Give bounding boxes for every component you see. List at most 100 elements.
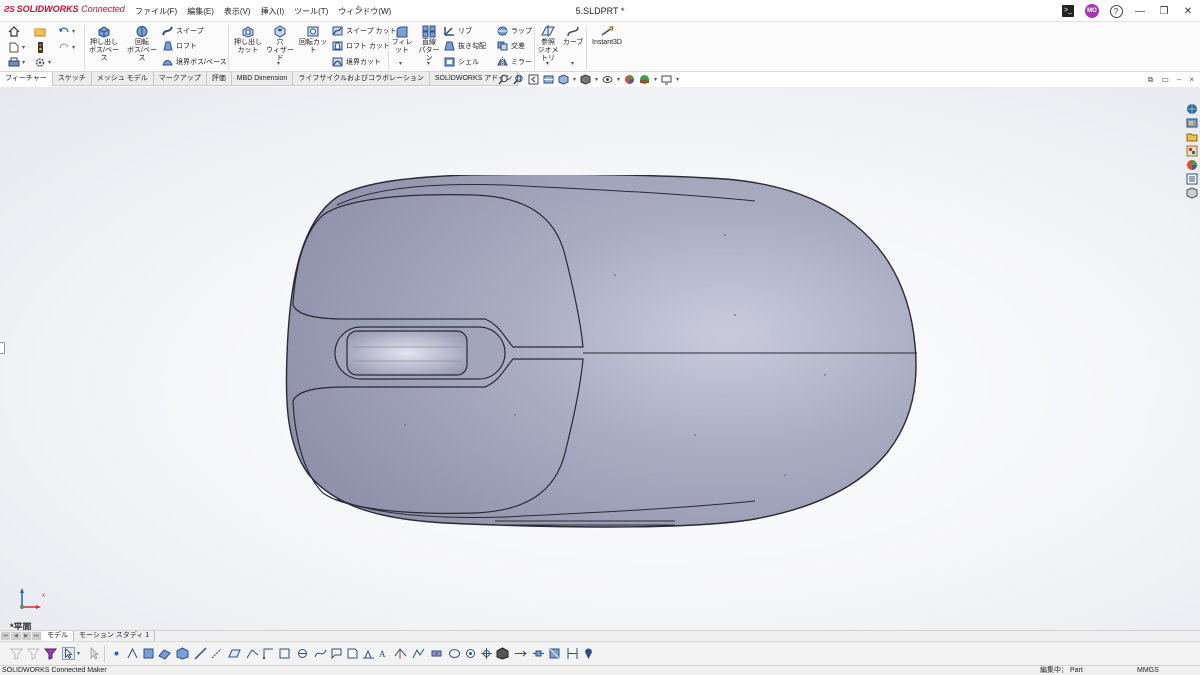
wrap-button[interactable]: ラップ [497, 26, 532, 36]
design-library-icon[interactable] [1186, 117, 1198, 129]
extrude-cut-button[interactable]: 押し出し カット [230, 25, 266, 55]
tile-window-icon[interactable]: ⧉ [1148, 75, 1154, 85]
tab-lifecycle-collaboration[interactable]: ライフサイクルおよびコラボレーション [293, 72, 430, 86]
scene-dropdown-icon[interactable]: ▾ [654, 76, 657, 83]
select-other-icon[interactable] [88, 647, 101, 660]
restore-viewport-icon[interactable]: ▭ [1161, 75, 1169, 85]
connection-point-icon[interactable] [430, 647, 443, 660]
dimension-icon[interactable] [296, 647, 309, 660]
solidworks-resources-icon[interactable] [1186, 103, 1198, 115]
previous-view-icon[interactable] [528, 74, 539, 85]
face-select-icon[interactable] [142, 647, 155, 660]
section-plane-icon[interactable] [496, 647, 509, 660]
solid-body-icon[interactable] [176, 647, 189, 660]
weld-bead-icon[interactable] [362, 647, 375, 660]
plane-icon[interactable] [228, 647, 241, 660]
align-icon[interactable] [532, 647, 545, 660]
display-style-dropdown-icon[interactable]: ▾ [595, 76, 598, 83]
new-document-icon[interactable] [8, 42, 20, 53]
split-line-icon[interactable] [566, 647, 579, 660]
spline-icon[interactable] [314, 647, 327, 660]
tab-mesh-model[interactable]: メッシュ モデル [91, 72, 154, 86]
fillet-dropdown-icon[interactable]: ▾ [399, 60, 402, 67]
close-button[interactable]: ✕ [1176, 2, 1200, 20]
surface-select-icon[interactable] [548, 647, 561, 660]
sketch-point-icon[interactable] [262, 647, 275, 660]
selection-filter-icon[interactable] [44, 647, 57, 660]
menu-file[interactable]: ファイル(F) [130, 6, 182, 17]
swept-cut-button[interactable]: スイープ カット [332, 26, 397, 36]
instant3d-button[interactable]: Instant3D [588, 25, 626, 47]
point-icon[interactable] [110, 647, 123, 660]
mirror-button[interactable]: ミラー [497, 57, 532, 67]
zoom-to-fit-icon[interactable] [498, 74, 509, 85]
apply-scene-icon[interactable] [639, 74, 650, 85]
sweep-button[interactable]: スイープ [162, 26, 204, 36]
appearances-icon[interactable] [1186, 159, 1198, 171]
view-orientation-dropdown-icon[interactable]: ▾ [573, 76, 576, 83]
mouse-model[interactable] [285, 175, 925, 531]
axis-icon[interactable] [210, 647, 223, 660]
marker-icon[interactable] [582, 647, 595, 660]
print-icon[interactable] [8, 57, 20, 68]
undo-dropdown-icon[interactable]: ▾ [72, 28, 75, 35]
new-dropdown-icon[interactable]: ▾ [22, 44, 25, 51]
curves-dropdown-icon[interactable]: ▾ [571, 60, 574, 67]
revolve-cut-button[interactable]: 回転カット [297, 25, 329, 55]
select-pointer-icon[interactable] [62, 647, 75, 660]
app-logo[interactable]: ƧS SOLIDWORKS Connected [4, 4, 125, 14]
shell-button[interactable]: シェル [444, 57, 479, 67]
restore-button[interactable]: ❐ [1152, 2, 1176, 20]
fillet-button[interactable]: フィレット [390, 25, 414, 55]
select-dropdown-icon[interactable]: ▾ [77, 650, 80, 657]
menu-view[interactable]: 表示(V) [219, 6, 256, 17]
redo-icon[interactable] [58, 42, 70, 53]
menu-edit[interactable]: 編集(E) [182, 6, 219, 17]
redo-dropdown-icon[interactable]: ▾ [72, 44, 75, 51]
text-icon[interactable]: A [378, 647, 391, 660]
loft-button[interactable]: ロフト [162, 41, 197, 51]
revolve-boss-button[interactable]: 回転 ボス/ベース [124, 25, 160, 63]
tab-evaluate[interactable]: 評価 [206, 72, 232, 86]
view-orientation-icon[interactable] [558, 74, 569, 85]
scroll-wheel[interactable] [346, 330, 468, 376]
center-mark-icon[interactable] [480, 647, 493, 660]
note-icon[interactable] [346, 647, 359, 660]
linear-pattern-button[interactable]: 直線 パターン [416, 25, 442, 63]
curves-button[interactable]: カーブ [562, 25, 584, 47]
hole-callout-icon[interactable] [464, 647, 477, 660]
undo-icon[interactable] [58, 26, 70, 37]
draft-button[interactable]: 抜き勾配 [444, 41, 486, 51]
folder-icon[interactable] [34, 26, 46, 37]
3d-content-icon[interactable] [1186, 187, 1198, 199]
view-palette-icon[interactable] [1186, 145, 1198, 157]
edge-select-icon[interactable] [194, 647, 207, 660]
options-dropdown-icon[interactable]: ▾ [48, 59, 51, 66]
options-gear-icon[interactable] [34, 57, 46, 68]
command-search-button[interactable]: >_ [1056, 2, 1080, 20]
menu-tools[interactable]: ツール(T) [289, 6, 333, 17]
silhouette-edge-icon[interactable] [448, 647, 461, 660]
menu-window[interactable]: ウィンドウ(W) [333, 6, 396, 17]
edit-appearance-icon[interactable] [624, 74, 635, 85]
view-settings-dropdown-icon[interactable]: ▾ [676, 76, 679, 83]
filter-icon[interactable] [10, 647, 23, 660]
menu-insert[interactable]: 挿入(I) [256, 6, 290, 17]
vertex-icon[interactable] [126, 647, 139, 660]
minimize-viewport-icon[interactable]: – [1177, 75, 1181, 85]
section-view-icon[interactable] [543, 74, 554, 85]
graphics-area[interactable]: x *平面 [0, 87, 1200, 630]
ref-geometry-dropdown-icon[interactable]: ▾ [546, 60, 549, 67]
prev-tab-icon[interactable]: ◀ [11, 632, 21, 640]
hole-wizard-button[interactable]: 穴ウィザード [264, 25, 296, 63]
zoom-to-area-icon[interactable] [513, 74, 524, 85]
move-icon[interactable] [514, 647, 527, 660]
lofted-cut-button[interactable]: ロフト カット [332, 41, 390, 51]
tab-features[interactable]: フィーチャー [0, 72, 53, 86]
pin-menu-icon[interactable]: ✎ [356, 4, 364, 15]
traffic-light-icon[interactable] [34, 42, 46, 53]
tab-motion-study-1[interactable]: モーション スタディ 1 [74, 631, 156, 641]
sketch-segment-icon[interactable] [246, 647, 259, 660]
last-tab-icon[interactable]: ⏭ [31, 632, 41, 640]
home-icon[interactable] [8, 26, 20, 37]
